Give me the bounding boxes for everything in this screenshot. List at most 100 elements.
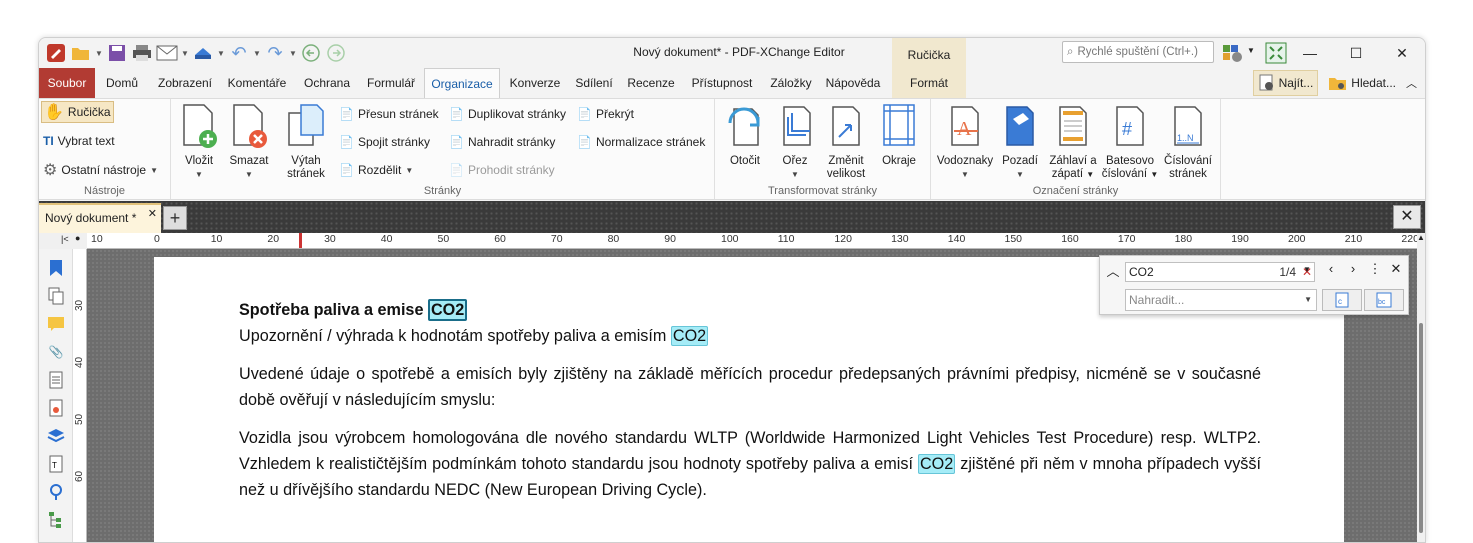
doc-paragraph-2: Vozidla jsou výrobcem homologována dle n… <box>239 425 1261 503</box>
tab-view[interactable]: Zobrazení <box>154 68 216 98</box>
document-tab[interactable]: Nový dokument * ✕ <box>39 203 161 233</box>
tab-organize[interactable]: Organizace <box>424 68 500 99</box>
ruler-tick-label: 90 <box>664 233 676 245</box>
doc-subheading: Upozornění / výhrada k hodnotám spotřeby… <box>239 323 1261 349</box>
attachments-icon[interactable]: 📎 <box>45 341 67 363</box>
crop-button[interactable]: Ořez ▼ <box>775 103 815 181</box>
merge-pages-button[interactable]: 📄 Spojit stránky <box>337 131 432 153</box>
swap-pages-button[interactable]: 📄 Prohodit stránky <box>447 159 557 181</box>
extract-label-1: Výtah <box>291 155 321 167</box>
page-numbering-button[interactable]: 1..N Číslování stránek <box>1161 103 1215 181</box>
resize-button[interactable]: Změnit velikost <box>821 103 871 181</box>
chevron-down-icon: ▼ <box>1016 170 1024 179</box>
close-window-button[interactable]: ✕ <box>1379 38 1425 68</box>
previous-result-icon[interactable]: ‹ <box>1322 261 1340 276</box>
insert-pages-button[interactable]: Vložit ▼ <box>177 103 221 181</box>
tab-review[interactable]: Recenze <box>625 68 677 98</box>
tab-share[interactable]: Sdílení <box>572 68 616 98</box>
quick-launch-input[interactable]: ⌕ Rychlé spuštění (Ctrl+.) <box>1062 41 1214 63</box>
tab-bookmarks[interactable]: Záložky <box>766 68 816 98</box>
extract-pages-button[interactable]: Výtah stránek <box>281 103 331 181</box>
other-tools-button[interactable]: ⚙ Ostatní nástroje ▼ <box>41 159 160 181</box>
overlay-button[interactable]: 📄 Překrýt <box>575 103 636 125</box>
collapse-find-icon[interactable]: ︿ <box>1104 261 1122 280</box>
horizontal-ruler: 10 0 10 20 30 40 50 60 70 80 90 100 110 120 130 140 150 1… <box>87 233 1419 249</box>
group-transform: Otočit Ořez ▼ Změnit velikost Okraje Tra… <box>715 99 931 199</box>
rotate-button[interactable]: Otočit <box>721 103 769 168</box>
tab-form[interactable]: Formulář <box>363 68 419 98</box>
svg-text:#: # <box>1122 119 1132 139</box>
group-transform-name: Transformovat stránky <box>767 185 877 197</box>
normalize-pages-button[interactable]: 📄 Normalizace stránek <box>575 131 707 153</box>
chevron-down-icon[interactable]: ▼ <box>1303 265 1311 274</box>
replace-pages-button[interactable]: 📄 Nahradit stránky <box>447 131 557 153</box>
fields-icon[interactable]: T <box>45 453 67 475</box>
extract-pages-icon <box>288 104 324 146</box>
comments-icon[interactable] <box>45 313 67 335</box>
window-title: Nový dokument* - PDF-XChange Editor <box>633 45 845 59</box>
select-text-button[interactable]: TI Vybrat text <box>41 130 117 152</box>
move-pages-icon: 📄 <box>339 107 354 121</box>
close-find-icon[interactable]: ✕ <box>1387 261 1405 277</box>
search-hit[interactable]: CO2 <box>670 326 709 346</box>
search-hit[interactable]: CO2 <box>917 454 956 474</box>
tab-accessibility[interactable]: Přístupnost <box>685 68 759 98</box>
chevron-down-icon[interactable]: ▼ <box>1247 46 1255 55</box>
find-button[interactable]: Najít... <box>1252 70 1319 96</box>
split-label: Rozdělit <box>357 163 402 177</box>
close-document-button[interactable]: ✕ <box>1393 205 1421 229</box>
ruler-tick-label: 160 <box>1061 233 1079 245</box>
ruler-tick-label: 60 <box>494 233 506 245</box>
bates-label-2-text: číslování <box>1101 168 1148 180</box>
thumbnails-icon[interactable] <box>45 285 67 307</box>
destinations-icon[interactable] <box>45 481 67 503</box>
split-button[interactable]: 📄 Rozdělit ▼ <box>337 159 415 181</box>
signatures-icon[interactable] <box>45 397 67 419</box>
maximize-button[interactable]: ☐ <box>1333 38 1379 68</box>
tab-file[interactable]: Soubor <box>39 68 95 98</box>
delete-pages-button[interactable]: Smazat ▼ <box>227 103 271 181</box>
tab-protect[interactable]: Ochrana <box>299 68 355 98</box>
move-pages-button[interactable]: 📄 Přesun stránek <box>337 103 441 125</box>
close-tab-icon[interactable]: ✕ <box>148 201 157 227</box>
header-footer-button[interactable]: Záhlaví a zápatí ▼ <box>1047 103 1099 181</box>
new-tab-button[interactable]: + <box>163 206 187 230</box>
backgrounds-button[interactable]: Pozadí ▼ <box>997 103 1043 181</box>
group-pages: Vložit ▼ Smazat ▼ Výtah stránek 📄 Přesun… <box>171 99 715 199</box>
replace-input[interactable]: Nahradit... ▼ <box>1125 289 1317 311</box>
hand-tool-button[interactable]: ✋ Ručička <box>41 101 114 123</box>
document-content: Spotřeba paliva a emise CO2 Upozornění /… <box>239 297 1261 515</box>
scrollbar-thumb[interactable] <box>1419 323 1423 533</box>
content-icon[interactable] <box>45 369 67 391</box>
minimize-button[interactable]: — <box>1287 38 1333 68</box>
resize-label-2: velikost <box>826 168 866 180</box>
replace-button[interactable]: c <box>1322 289 1362 311</box>
search-hit-current[interactable]: CO2 <box>427 299 468 321</box>
bookmark-icon[interactable] <box>45 257 67 279</box>
doc-heading-text: Spotřeba paliva a emise <box>239 301 428 319</box>
collapse-ribbon-icon[interactable]: ︿ <box>1406 75 1417 91</box>
tab-convert[interactable]: Konverze <box>506 68 564 98</box>
watermarks-button[interactable]: A Vodoznaky ▼ <box>935 103 995 181</box>
bates-numbering-button[interactable]: # Batesovo číslování ▼ <box>1101 103 1159 181</box>
search-button[interactable]: Hledat... <box>1324 70 1400 96</box>
ruler-tick-label: 100 <box>721 233 739 245</box>
numbering-label-2: stránek <box>1169 168 1207 180</box>
replace-all-button[interactable]: bc <box>1364 289 1404 311</box>
margins-button[interactable]: Okraje <box>877 103 921 168</box>
tab-help[interactable]: Nápověda <box>823 68 883 98</box>
vertical-scrollbar[interactable]: ▲ <box>1417 233 1425 542</box>
find-options-icon[interactable]: ⋮ <box>1366 261 1384 277</box>
scroll-up-icon[interactable]: ▲ <box>1417 233 1425 242</box>
ruler-corner[interactable]: |< ● <box>39 233 87 249</box>
structure-icon[interactable] <box>45 509 67 531</box>
duplicate-pages-button[interactable]: 📄 Duplikovat stránky <box>447 103 568 125</box>
tab-home[interactable]: Domů <box>99 68 145 98</box>
find-input[interactable]: CO2 1/4 ✕ <box>1125 262 1315 282</box>
tab-comments[interactable]: Komentáře <box>224 68 290 98</box>
layers-icon[interactable] <box>45 425 67 447</box>
addons-icon[interactable] <box>1222 43 1244 66</box>
fullscreen-icon[interactable] <box>1265 42 1287 67</box>
chevron-down-icon[interactable]: ▼ <box>1304 290 1312 310</box>
next-result-icon[interactable]: › <box>1344 261 1362 276</box>
